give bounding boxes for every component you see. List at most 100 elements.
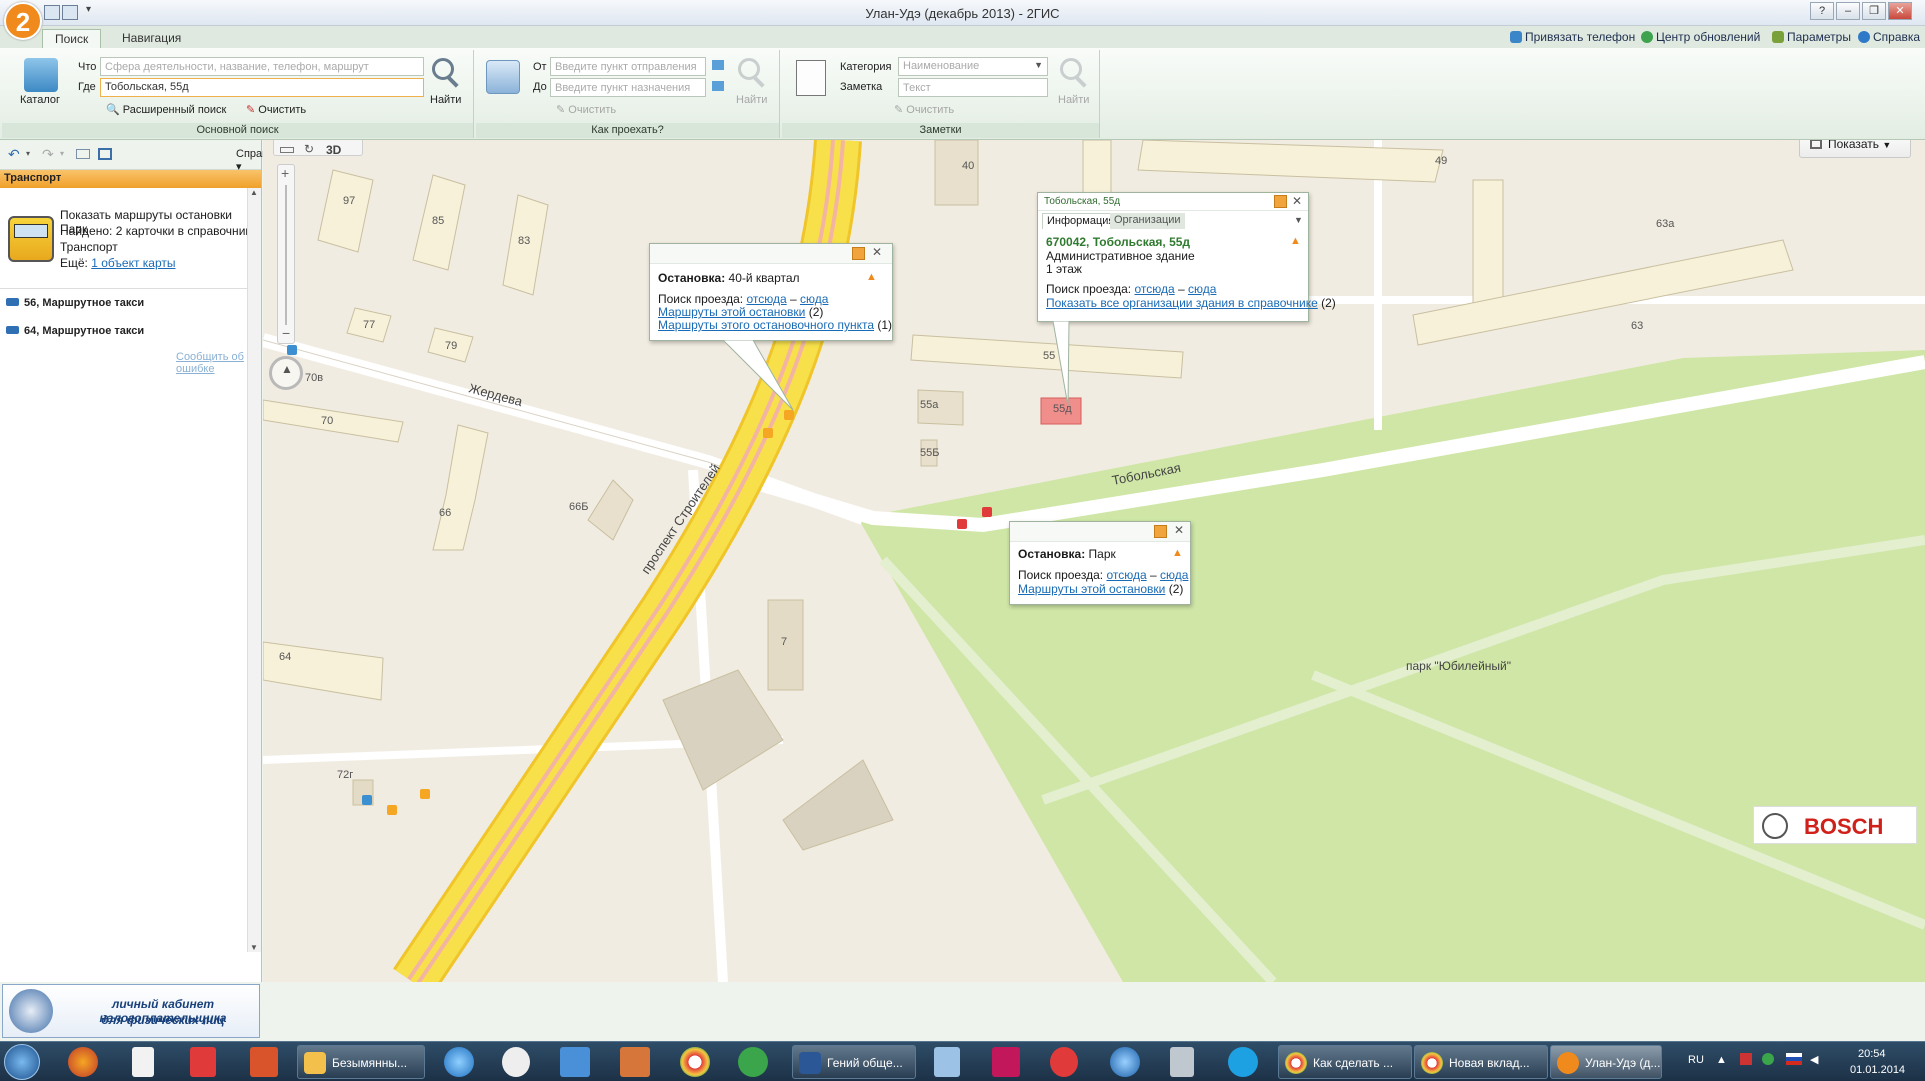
point-routes-link[interactable]: Маршруты этого остановочного пункта [658,318,874,332]
route-item-64[interactable]: 64, Маршрутное такси [6,325,144,337]
map[interactable]: 97 85 83 77 79 70в 70 66 66Б 64 72г 7 40… [263,140,1925,982]
back-dropdown-icon[interactable]: ▾ [26,149,30,158]
tab-search[interactable]: Поиск [42,29,102,49]
map-object-link[interactable]: 1 объект карты [91,256,175,270]
tab-orgs[interactable]: Организации [1110,213,1185,229]
notes-search-icon[interactable] [1060,58,1082,80]
where-input[interactable]: Тобольская, 55д [100,78,424,97]
mode-3d-button[interactable]: 3D [326,143,341,157]
maximize-button[interactable]: ❐ [1862,2,1886,20]
chevron-down-icon[interactable]: ▼ [1294,215,1303,225]
show-orgs-link[interactable]: Показать все организации здания в справо… [1046,296,1318,310]
chrome-icon[interactable] [680,1047,710,1077]
note-input[interactable] [898,78,1048,97]
tray-app-icon[interactable] [1740,1053,1752,1065]
to-input[interactable] [550,78,706,97]
show-layers-button[interactable]: Показать ▼ [1799,140,1911,158]
category-select[interactable]: Наименование ▼ [898,57,1048,76]
zoom-track[interactable] [285,185,287,325]
stop-routes-link[interactable]: Маршруты этой остановки [658,305,805,319]
rotate-icon[interactable]: ↻ [304,142,314,156]
taskbar-btn-word[interactable]: Гений обще... [792,1045,916,1079]
back-icon[interactable]: ↶ [8,146,20,163]
tax-banner[interactable]: личный кабинет налогоплательщика для физ… [2,984,260,1038]
what-input[interactable] [100,57,424,76]
catalog-icon[interactable] [24,58,58,92]
to-here-link[interactable]: сюда [800,292,828,306]
search-icon[interactable] [432,58,454,80]
calculator-icon[interactable] [1170,1047,1194,1077]
notes-find-button[interactable]: Найти [1058,94,1089,106]
update-center-link[interactable]: Центр обновлений [1641,30,1760,44]
from-here-link[interactable]: отсюда [1134,282,1174,296]
firefox-icon[interactable] [68,1047,98,1077]
help-window-icon[interactable]: ? [1810,2,1834,20]
power-icon[interactable] [502,1047,530,1077]
yandex-browser-icon[interactable] [1050,1047,1078,1077]
taskbar-btn-chrome2[interactable]: Новая вклад... [1414,1045,1548,1079]
notes-clear-button[interactable]: ✎ Очистить [894,103,954,116]
globe-icon[interactable] [1110,1047,1140,1077]
compass-icon[interactable]: ▲ [269,356,303,390]
ie-icon[interactable] [444,1047,474,1077]
advanced-search-link[interactable]: 🔍 Расширенный поиск [106,103,226,116]
route-find-button[interactable]: Найти [736,94,767,106]
left-scrollbar[interactable]: ▲ ▼ [247,188,261,952]
image-viewer-icon[interactable] [934,1047,960,1077]
utorrent-icon[interactable] [738,1047,768,1077]
taskbar-btn-2gis[interactable]: Улан-Удэ (д... [1550,1045,1662,1079]
clock-date[interactable]: 01.01.2014 [1850,1064,1905,1076]
forward-icon[interactable]: ↷ [42,146,54,163]
clock-time[interactable]: 20:54 [1858,1048,1886,1060]
close-button[interactable]: ✕ [1888,2,1912,20]
scroll-up-icon[interactable]: ▲ [250,188,258,197]
volume-icon[interactable]: ◀ [1810,1053,1818,1066]
scroll-down-icon[interactable]: ▼ [250,943,258,952]
to-here-link[interactable]: сюда [1160,568,1188,582]
route-item-56[interactable]: 56, Маршрутное такси [6,297,144,309]
yandex-icon[interactable] [190,1047,216,1077]
app-logo[interactable]: 2 [4,2,42,40]
tab-navigation[interactable]: Навигация [110,29,193,49]
presentation-icon[interactable] [250,1047,278,1077]
minimize-button[interactable]: – [1836,2,1860,20]
warning-icon[interactable]: ▲ [866,271,877,283]
from-input[interactable] [550,57,706,76]
forward-dropdown-icon[interactable]: ▾ [60,149,64,158]
tray-network-icon[interactable] [1762,1053,1774,1065]
pin-icon[interactable] [1274,195,1287,208]
flag-icon[interactable] [1786,1053,1802,1065]
print-list-icon[interactable] [76,149,90,159]
find-button[interactable]: Найти [430,94,461,106]
taskbar-btn-paint[interactable]: Безымянны... [297,1045,425,1079]
close-icon[interactable]: ✕ [1292,194,1302,208]
taskbar-btn-chrome1[interactable]: Как сделать ... [1278,1045,1412,1079]
close-icon[interactable]: ✕ [1174,523,1184,537]
zoom-slider[interactable]: + − [277,164,295,344]
route-clear-button[interactable]: ✎ Очистить [556,103,616,116]
start-button[interactable] [4,1044,40,1080]
pick-from-icon[interactable] [712,60,724,70]
media-icon[interactable] [992,1047,1020,1077]
stop-routes-link[interactable]: Маршруты этой остановки [1018,582,1165,596]
ruler-icon[interactable] [280,147,294,153]
warning-icon[interactable]: ▲ [1172,547,1183,559]
catalog-label[interactable]: Каталог [20,94,60,106]
gallery-icon[interactable] [620,1047,650,1077]
close-icon[interactable]: ✕ [872,245,882,259]
zoom-out-icon[interactable]: − [282,325,290,341]
clear-search-button[interactable]: ✎ Очистить [246,103,306,116]
help-link[interactable]: Справка [1858,30,1920,44]
language-indicator[interactable]: RU [1688,1054,1704,1066]
warning-icon[interactable]: ▲ [1290,235,1301,247]
from-here-link[interactable]: отсюда [746,292,786,306]
bosch-ad[interactable]: BOSCH [1753,806,1917,844]
bind-phone-link[interactable]: Привязать телефон [1510,30,1635,44]
pin-icon[interactable] [852,247,865,260]
pick-to-icon[interactable] [712,81,724,91]
document-icon[interactable] [132,1047,154,1077]
tab-info[interactable]: Информация [1042,213,1120,229]
settings-link[interactable]: Параметры [1772,30,1851,44]
pin-icon[interactable] [1154,525,1167,538]
tray-expand-icon[interactable]: ▲ [1716,1054,1727,1066]
